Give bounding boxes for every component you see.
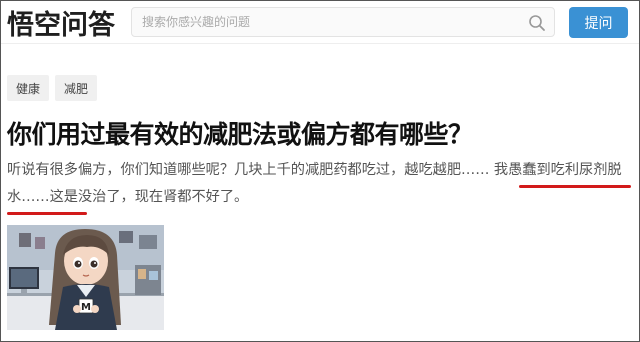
question-title[interactable]: 你们用过最有效的减肥法或偏方都有哪些？ bbox=[7, 115, 473, 151]
wukong-logo[interactable]: 悟空问答 bbox=[7, 5, 115, 41]
question-description: 听说有很多偏方，你们知道哪些呢？几块上千的减肥药都吃过，越吃越肥…… 我愚蠢到吃… bbox=[7, 157, 633, 211]
desc-highlight-1: 我愚蠢到吃利尿 bbox=[493, 162, 594, 178]
red-underline-2 bbox=[7, 212, 87, 215]
ask-question-button[interactable]: 提问 bbox=[569, 7, 628, 38]
desc-text-2: 这是没治了，现在肾都不好了。 bbox=[49, 189, 249, 205]
search-bar[interactable] bbox=[131, 7, 555, 37]
search-icon[interactable] bbox=[528, 14, 546, 32]
search-input[interactable] bbox=[132, 8, 520, 36]
tag-health[interactable]: 健康 bbox=[7, 75, 50, 101]
cartoon-girl-illustration: M bbox=[7, 225, 164, 330]
question-image[interactable]: M bbox=[7, 225, 164, 330]
tag-weight-loss[interactable]: 减肥 bbox=[55, 75, 98, 101]
top-header: 悟空问答 提问 bbox=[1, 1, 639, 44]
red-underline-1 bbox=[519, 185, 631, 188]
svg-text:M: M bbox=[81, 302, 91, 313]
page-frame: 悟空问答 提问 健康 减肥 你们用过最有效的减肥法或偏方都有哪些？ 听说有很多偏… bbox=[0, 0, 640, 342]
tag-list: 健康 减肥 bbox=[7, 75, 98, 101]
desc-text-1: 听说有很多偏方，你们知道哪些呢？几块上千的减肥药都吃过，越吃越肥…… bbox=[7, 162, 494, 178]
